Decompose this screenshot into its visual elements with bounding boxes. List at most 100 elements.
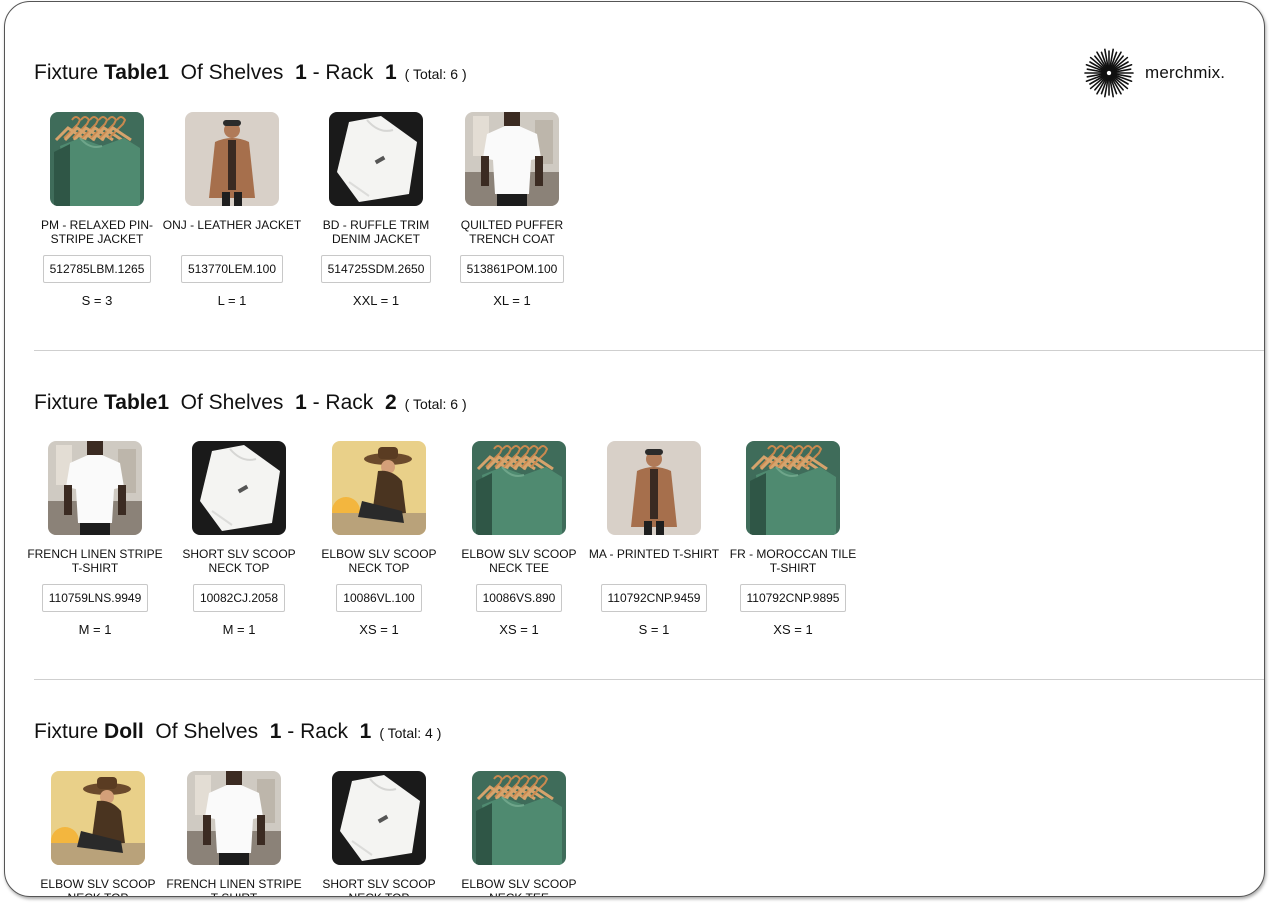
product-image[interactable] xyxy=(187,771,281,865)
product-name: PM - RELAXED PIN-STRIPE JACKET xyxy=(40,218,154,246)
brand-name: merchmix. xyxy=(1145,63,1226,82)
shelf-number: 1 xyxy=(269,720,282,743)
product-name: ONJ - LEATHER JACKET xyxy=(162,218,302,232)
product-name: ELBOW SLV SCOOP NECK TOP xyxy=(321,547,437,575)
rack-label: - Rack xyxy=(312,61,374,84)
product-name: ELBOW SLV SCOOP NECK TEE xyxy=(461,547,577,575)
size-quantity: XS = 1 xyxy=(773,622,813,637)
total-close: ) xyxy=(461,66,467,82)
sku-field[interactable]: 514725SDM.2650 xyxy=(320,255,432,283)
total-open: ( Total: xyxy=(404,66,447,82)
product-card: SHORT SLV SCOOP NECK TOP 10082CJ.2058 M = … xyxy=(169,441,309,637)
size-quantity: XXL = 1 xyxy=(352,293,400,308)
product-card: ELBOW SLV SCOOP NECK TEE xyxy=(449,771,589,896)
product-name: MA - PRINTED T-SHIRT xyxy=(588,547,720,561)
rack-number: 1 xyxy=(359,720,372,743)
sku-field[interactable]: 110792CNP.9459 xyxy=(600,584,708,612)
section-divider xyxy=(34,350,1264,351)
product-image[interactable] xyxy=(472,441,566,535)
product-name: SHORT SLV SCOOP NECK TOP xyxy=(322,877,436,896)
brand-logo: merchmix. xyxy=(1083,47,1225,99)
product-card: ELBOW SLV SCOOP NECK TEE 10086VS.890 XS = … xyxy=(449,441,589,637)
product-image[interactable] xyxy=(48,441,142,535)
product-image[interactable] xyxy=(329,112,423,206)
rack-number: 1 xyxy=(384,61,397,84)
rack-label: - Rack xyxy=(287,720,348,743)
fixture-heading: Fixture Table1 Of Shelves 1 - Rack 1 ( To… xyxy=(34,61,467,85)
sku-field[interactable]: 110759LNS.9949 xyxy=(41,584,149,612)
product-card: FR - MOROCCAN TILE T-SHIRT 110792CNP.9895… xyxy=(723,441,863,637)
sku-field[interactable]: 512785LBM.1265 xyxy=(42,255,152,283)
total-count: ( Total: 6 ) xyxy=(405,396,467,412)
fixture-label: Fixture xyxy=(34,391,99,414)
fixture-heading: Fixture Table1 Of Shelves 1 - Rack 2 ( To… xyxy=(34,391,467,415)
product-card: BD - RUFFLE TRIM DENIM JACKET 514725SDM.2… xyxy=(306,112,446,308)
shelf-number: 1 xyxy=(295,391,307,414)
shelves-label: Of Shelves xyxy=(155,720,259,743)
total-value: 6 xyxy=(450,66,459,82)
product-image[interactable] xyxy=(332,771,426,865)
sku-field[interactable]: 10086VS.890 xyxy=(475,584,563,612)
product-card: ONJ - LEATHER JACKET 513770LEM.100 L = 1 xyxy=(162,112,302,308)
total-count: ( Total: 6 ) xyxy=(405,66,467,82)
product-card: ELBOW SLV SCOOP NECK TOP xyxy=(28,771,168,896)
sku-field[interactable]: 10086VL.100 xyxy=(336,584,422,612)
product-card: QUILTED PUFFER TRENCH COAT 513861POM.100 X… xyxy=(442,112,582,308)
size-quantity: S = 1 xyxy=(638,622,670,637)
product-name: SHORT SLV SCOOP NECK TOP xyxy=(182,547,296,575)
product-name: FR - MOROCCAN TILE T-SHIRT xyxy=(729,547,857,575)
product-card: FRENCH LINEN STRIPE T-SHIRT 110759LNS.994… xyxy=(25,441,165,637)
rack-label: - Rack xyxy=(312,391,374,414)
rack-number: 2 xyxy=(384,391,397,414)
shelf-number: 1 xyxy=(295,61,307,84)
shelves-label: Of Shelves xyxy=(180,61,284,84)
sku-field[interactable]: 513861POM.100 xyxy=(459,255,565,283)
total-count: ( Total: 4 ) xyxy=(379,725,441,741)
product-image[interactable] xyxy=(50,112,144,206)
fixture-label: Fixture xyxy=(34,720,99,743)
product-card: ELBOW SLV SCOOP NECK TOP 10086VL.100 XS = … xyxy=(309,441,449,637)
product-image[interactable] xyxy=(465,112,559,206)
shelves-label: Of Shelves xyxy=(180,391,284,414)
total-value: 6 xyxy=(450,396,459,412)
product-image[interactable] xyxy=(192,441,286,535)
sku-field[interactable]: 10082CJ.2058 xyxy=(192,584,286,612)
total-open: ( Total: xyxy=(379,725,422,741)
fixture-name: Table1 xyxy=(104,61,169,84)
section-divider xyxy=(34,679,1264,680)
product-name: BD - RUFFLE TRIM DENIM JACKET xyxy=(322,218,430,246)
size-quantity: M = 1 xyxy=(222,622,256,637)
size-quantity: L = 1 xyxy=(217,293,247,308)
total-close: ) xyxy=(461,396,467,412)
size-quantity: S = 3 xyxy=(81,293,113,308)
product-name: ELBOW SLV SCOOP NECK TEE xyxy=(461,877,577,896)
fixture-label: Fixture xyxy=(34,61,99,84)
sku-field[interactable]: 110792CNP.9895 xyxy=(739,584,847,612)
fixture-name: Table1 xyxy=(104,391,169,414)
product-name: QUILTED PUFFER TRENCH COAT xyxy=(460,218,564,246)
size-quantity: XS = 1 xyxy=(499,622,539,637)
product-image[interactable] xyxy=(472,771,566,865)
product-image[interactable] xyxy=(746,441,840,535)
total-value: 4 xyxy=(425,725,433,741)
total-close: ) xyxy=(436,725,442,741)
product-card: FRENCH LINEN STRIPE T-SHIRT xyxy=(164,771,304,896)
size-quantity: XL = 1 xyxy=(493,293,531,308)
product-card: SHORT SLV SCOOP NECK TOP xyxy=(309,771,449,896)
product-image[interactable] xyxy=(332,441,426,535)
product-card: PM - RELAXED PIN-STRIPE JACKET 512785LBM.… xyxy=(27,112,167,308)
product-image[interactable] xyxy=(607,441,701,535)
product-name: FRENCH LINEN STRIPE T-SHIRT xyxy=(166,877,302,896)
total-open: ( Total: xyxy=(404,396,447,412)
fixture-name: Doll xyxy=(104,720,144,743)
sku-field[interactable]: 513770LEM.100 xyxy=(180,255,284,283)
product-image[interactable] xyxy=(185,112,279,206)
size-quantity: M = 1 xyxy=(78,622,112,637)
report-page: merchmix. Fixture Table1 Of Shelves 1 - … xyxy=(4,1,1265,897)
product-name: ELBOW SLV SCOOP NECK TOP xyxy=(40,877,156,896)
product-card: MA - PRINTED T-SHIRT 110792CNP.9459 S = 1 xyxy=(584,441,724,637)
fixture-heading: Fixture Doll Of Shelves 1 - Rack 1 ( Tota… xyxy=(34,720,441,744)
product-image[interactable] xyxy=(51,771,145,865)
starburst-logo-icon xyxy=(1084,48,1134,98)
size-quantity: XS = 1 xyxy=(359,622,399,637)
